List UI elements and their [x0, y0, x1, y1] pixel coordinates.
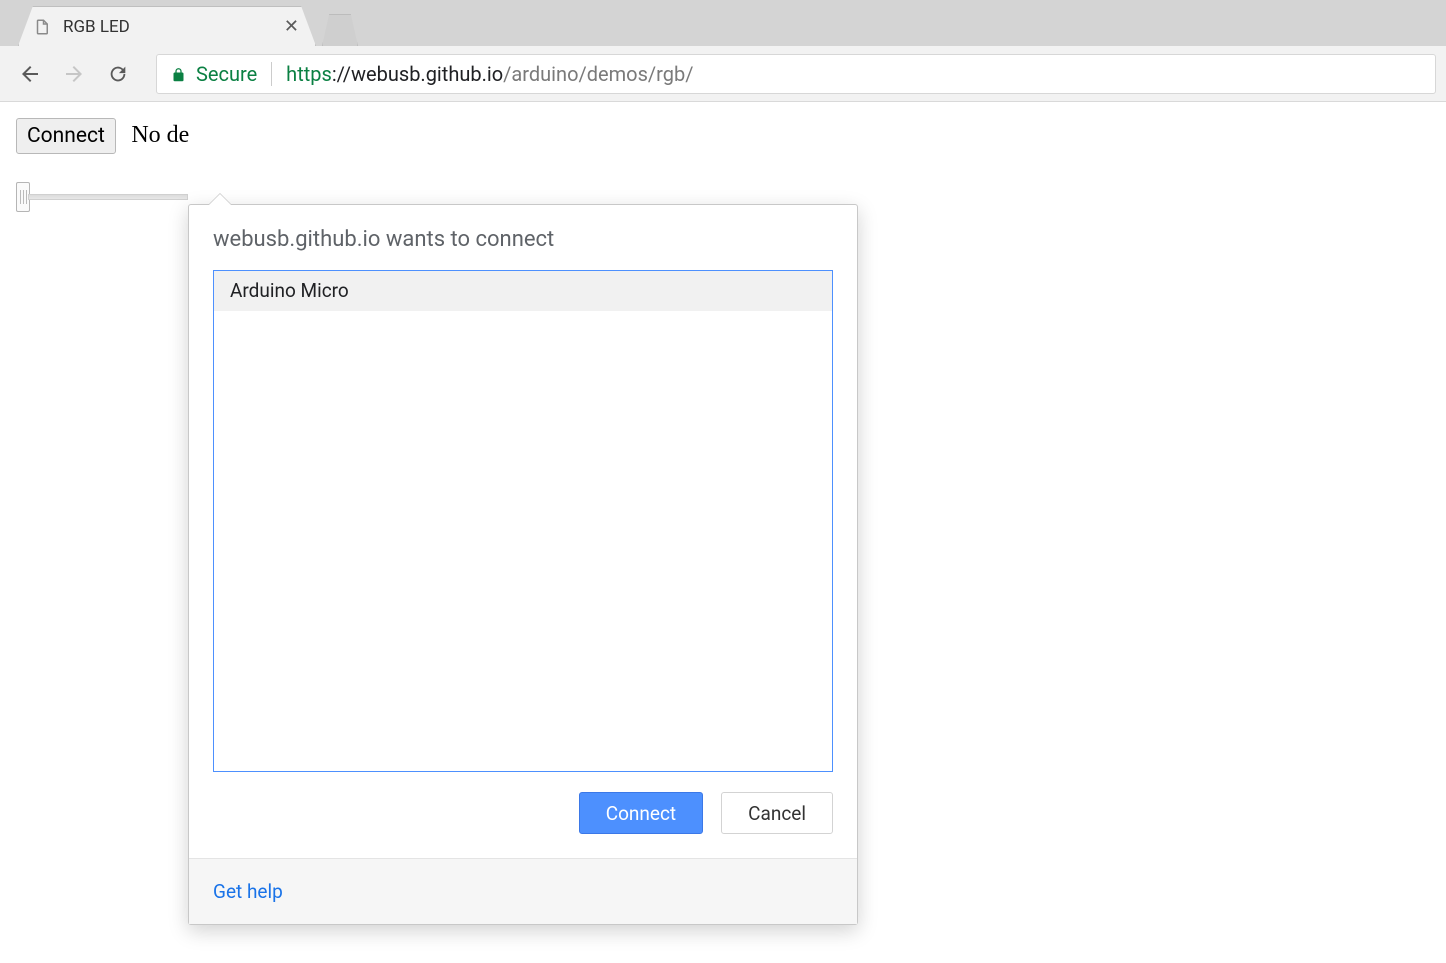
- webusb-permission-popup: webusb.github.io wants to connect Arduin…: [188, 204, 858, 925]
- tab-title: RGB LED: [63, 17, 282, 37]
- url-host: ://webusb.github.io: [332, 62, 503, 86]
- get-help-link[interactable]: Get help: [213, 880, 283, 903]
- device-status-text: No de: [131, 122, 189, 148]
- popup-cancel-button[interactable]: Cancel: [721, 792, 833, 834]
- reload-button[interactable]: [98, 54, 138, 94]
- tab-close-icon[interactable]: ✕: [282, 16, 301, 37]
- addr-divider: [271, 62, 272, 86]
- page-connect-button[interactable]: Connect: [16, 118, 116, 154]
- back-button[interactable]: [10, 54, 50, 94]
- address-bar[interactable]: Secure https://webusb.github.io/arduino/…: [156, 54, 1436, 94]
- forward-button[interactable]: [54, 54, 94, 94]
- lock-icon: [171, 65, 186, 83]
- popup-connect-button[interactable]: Connect: [579, 792, 703, 834]
- url-scheme: https: [286, 62, 332, 86]
- popup-actions: Connect Cancel: [189, 792, 857, 858]
- slider-track[interactable]: [28, 194, 188, 200]
- browser-toolbar: Secure https://webusb.github.io/arduino/…: [0, 46, 1446, 102]
- popup-footer: Get help: [189, 858, 857, 924]
- popup-prompt: webusb.github.io wants to connect: [189, 205, 857, 270]
- page-content: Connect No de webusb.github.io wants to …: [0, 102, 1446, 228]
- device-option[interactable]: Arduino Micro: [214, 271, 832, 311]
- browser-tabstrip: RGB LED ✕: [0, 0, 1446, 46]
- device-listbox[interactable]: Arduino Micro: [213, 270, 833, 772]
- new-tab-button[interactable]: [322, 14, 358, 46]
- page-controls-row: Connect No de: [16, 118, 1430, 154]
- url-text: https://webusb.github.io/arduino/demos/r…: [286, 62, 693, 86]
- url-path: /arduino/demos/rgb/: [503, 62, 693, 86]
- secure-label: Secure: [196, 62, 257, 86]
- page-favicon-icon: [33, 18, 51, 36]
- active-tab[interactable]: RGB LED ✕: [18, 6, 316, 46]
